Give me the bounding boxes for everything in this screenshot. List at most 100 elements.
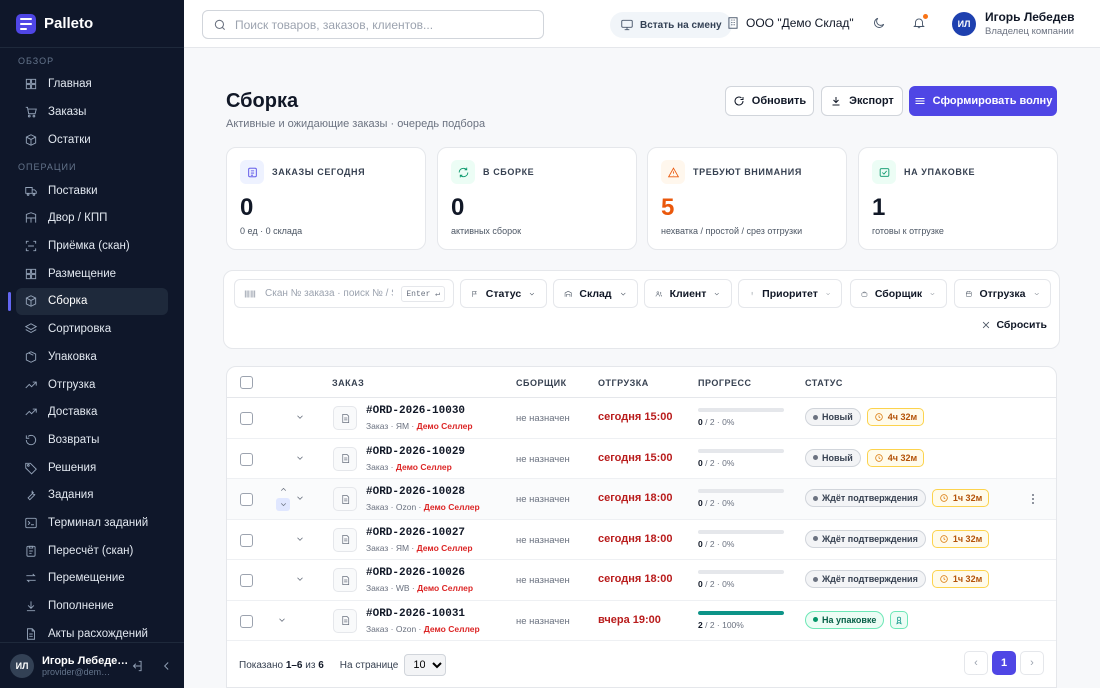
table-row[interactable]: #ORD-2026-10026 Заказ · WB · Демо Селлер… bbox=[227, 560, 1056, 601]
start-shift-button[interactable]: Встать на смену bbox=[610, 12, 732, 38]
sidebar-item[interactable]: Заказы bbox=[16, 99, 168, 126]
per-page-select[interactable]: 10 bbox=[404, 654, 447, 676]
col-picker[interactable]: СБОРЩИК bbox=[516, 378, 567, 388]
sidebar-item[interactable]: Задания bbox=[16, 482, 168, 509]
sidebar-item[interactable]: Решения bbox=[16, 454, 168, 481]
move-down-button[interactable] bbox=[276, 498, 290, 511]
export-button[interactable]: Экспорт bbox=[821, 86, 903, 116]
sidebar-item[interactable]: Доставка bbox=[16, 399, 168, 426]
seller-name[interactable]: Демо Селлер bbox=[417, 543, 473, 553]
picker-value[interactable]: не назначен bbox=[516, 454, 570, 465]
col-progress[interactable]: ПРОГРЕСС bbox=[698, 378, 751, 388]
seller-name[interactable]: Демо Селлер bbox=[424, 502, 480, 512]
seller-name[interactable]: Демо Селлер bbox=[424, 624, 480, 634]
col-status[interactable]: СТАТУС bbox=[805, 378, 843, 388]
sidebar-item[interactable]: Упаковка bbox=[16, 344, 168, 371]
sidebar-item[interactable]: Приёмка (скан) bbox=[16, 233, 168, 260]
scan-input[interactable] bbox=[265, 288, 394, 299]
sidebar-item[interactable]: Поставки bbox=[16, 177, 168, 204]
order-number[interactable]: #ORD-2026-10026 bbox=[366, 567, 465, 579]
kpi-orders-today[interactable]: ЗАКАЗЫ СЕГОДНЯ 0 0 ед · 0 склада bbox=[226, 147, 426, 250]
row-menu-icon[interactable] bbox=[1030, 492, 1036, 506]
kpi-in-picking[interactable]: В СБОРКЕ 0 активных сборок bbox=[437, 147, 637, 250]
row-checkbox[interactable] bbox=[240, 452, 253, 466]
move-up-button[interactable] bbox=[276, 483, 290, 496]
row-checkbox[interactable] bbox=[240, 533, 253, 547]
sidebar-item[interactable]: Размещение bbox=[16, 261, 168, 288]
table-row[interactable]: #ORD-2026-10029 Заказ · Демо Селлер не н… bbox=[227, 439, 1056, 479]
logout-icon[interactable] bbox=[130, 659, 144, 673]
user-menu[interactable]: ИЛ Игорь Лебедев Владелец компании bbox=[952, 10, 1075, 37]
row-checkbox[interactable] bbox=[240, 493, 253, 506]
expand-row-button[interactable] bbox=[295, 492, 307, 504]
sidebar-item[interactable]: Сборка bbox=[8, 288, 168, 315]
expand-row-button[interactable] bbox=[295, 573, 307, 585]
kpi-packing[interactable]: НА УПАКОВКЕ 1 готовы к отгрузке bbox=[858, 147, 1058, 250]
org-switcher[interactable]: ООО "Демо Склад" bbox=[726, 16, 854, 30]
sidebar-item[interactable]: Отгрузка bbox=[16, 371, 168, 398]
sidebar-item[interactable]: Терминал заданий bbox=[16, 510, 168, 537]
refresh-icon bbox=[451, 160, 475, 184]
seller-name[interactable]: Демо Селлер bbox=[417, 421, 473, 431]
filter-warehouse[interactable]: Склад bbox=[553, 279, 638, 308]
sidebar-item[interactable]: Остатки bbox=[16, 127, 168, 154]
select-all-checkbox[interactable] bbox=[240, 376, 253, 389]
picker-value[interactable]: не назначен bbox=[516, 413, 570, 424]
table-row[interactable]: #ORD-2026-10027 Заказ · ЯМ · Демо Селлер… bbox=[227, 520, 1056, 560]
filter-client[interactable]: Клиент bbox=[644, 279, 732, 308]
refresh-button[interactable]: Обновить bbox=[725, 86, 814, 116]
picker-value[interactable]: не назначен bbox=[516, 575, 570, 586]
sidebar-item[interactable]: Перемещение bbox=[16, 565, 168, 592]
col-order[interactable]: ЗАКАЗ bbox=[332, 378, 364, 388]
row-checkbox[interactable] bbox=[240, 614, 253, 628]
order-number[interactable]: #ORD-2026-10029 bbox=[366, 446, 465, 458]
brand[interactable]: Palleto bbox=[0, 0, 184, 48]
global-search[interactable] bbox=[202, 10, 544, 39]
col-shipment[interactable]: ОТГРУЗКА bbox=[598, 378, 649, 388]
packing-icon[interactable] bbox=[890, 610, 909, 629]
next-page-button[interactable]: › bbox=[1020, 651, 1044, 675]
picker-value[interactable]: не назначен bbox=[516, 535, 570, 546]
row-checkbox[interactable] bbox=[240, 574, 253, 587]
order-number[interactable]: #ORD-2026-10030 bbox=[366, 405, 465, 417]
expand-row-button[interactable] bbox=[295, 533, 307, 545]
sidebar-item[interactable]: Пересчёт (скан) bbox=[16, 537, 168, 564]
picker-value[interactable]: не назначен bbox=[516, 494, 570, 505]
expand-row-button[interactable] bbox=[295, 452, 307, 464]
order-number[interactable]: #ORD-2026-10028 bbox=[366, 486, 465, 498]
kpi-need-attention[interactable]: ТРЕБУЮТ ВНИМАНИЯ 5 нехватка / простой / … bbox=[647, 147, 847, 250]
create-wave-button[interactable]: Сформировать волну bbox=[909, 86, 1057, 116]
filter-picker[interactable]: Сборщик bbox=[850, 279, 947, 308]
prev-page-button[interactable]: ‹ bbox=[964, 651, 988, 675]
seller-name[interactable]: Демо Селлер bbox=[417, 583, 473, 593]
collapse-sidebar-icon[interactable] bbox=[160, 659, 174, 673]
gate-icon bbox=[25, 212, 37, 224]
seller-name[interactable]: Демо Селлер bbox=[396, 462, 452, 472]
expand-row-button[interactable] bbox=[295, 411, 307, 423]
row-checkbox[interactable] bbox=[240, 412, 253, 425]
page-button[interactable]: 1 bbox=[992, 651, 1016, 675]
avatar[interactable]: ИЛ bbox=[10, 653, 34, 678]
filter-calendar[interactable]: Отгрузка bbox=[954, 279, 1051, 308]
sidebar-item[interactable]: Пополнение bbox=[16, 593, 168, 620]
table-row[interactable]: #ORD-2026-10030 Заказ · ЯМ · Демо Селлер… bbox=[227, 398, 1056, 439]
notifications-button[interactable] bbox=[912, 14, 928, 33]
reset-filters-button[interactable]: Сбросить bbox=[981, 319, 1047, 331]
sidebar-item[interactable]: Возвраты bbox=[16, 427, 168, 454]
picker-value[interactable]: не назначен bbox=[516, 616, 570, 627]
table-row[interactable]: #ORD-2026-10028 Заказ · Ozon · Демо Селл… bbox=[227, 479, 1056, 520]
search-input[interactable] bbox=[235, 17, 533, 32]
filter-priority[interactable]: Приоритет bbox=[738, 279, 842, 308]
scan-field[interactable]: Enter ↵ bbox=[234, 279, 454, 308]
table-row[interactable]: #ORD-2026-10031 Заказ · Ozon · Демо Селл… bbox=[227, 601, 1056, 641]
sidebar-item[interactable]: Главная bbox=[16, 71, 168, 98]
sidebar-item[interactable]: Двор / КПП bbox=[16, 205, 168, 232]
sidebar-item[interactable]: Сортировка bbox=[16, 316, 168, 343]
theme-toggle[interactable] bbox=[872, 16, 886, 33]
expand-row-button[interactable] bbox=[277, 614, 289, 626]
filter-flag[interactable]: Статус bbox=[460, 279, 547, 308]
order-meta: Заказ · Демо Селлер bbox=[366, 461, 452, 472]
user-name: Игорь Лебедев bbox=[985, 10, 1075, 24]
order-number[interactable]: #ORD-2026-10031 bbox=[366, 608, 465, 620]
order-number[interactable]: #ORD-2026-10027 bbox=[366, 527, 465, 539]
